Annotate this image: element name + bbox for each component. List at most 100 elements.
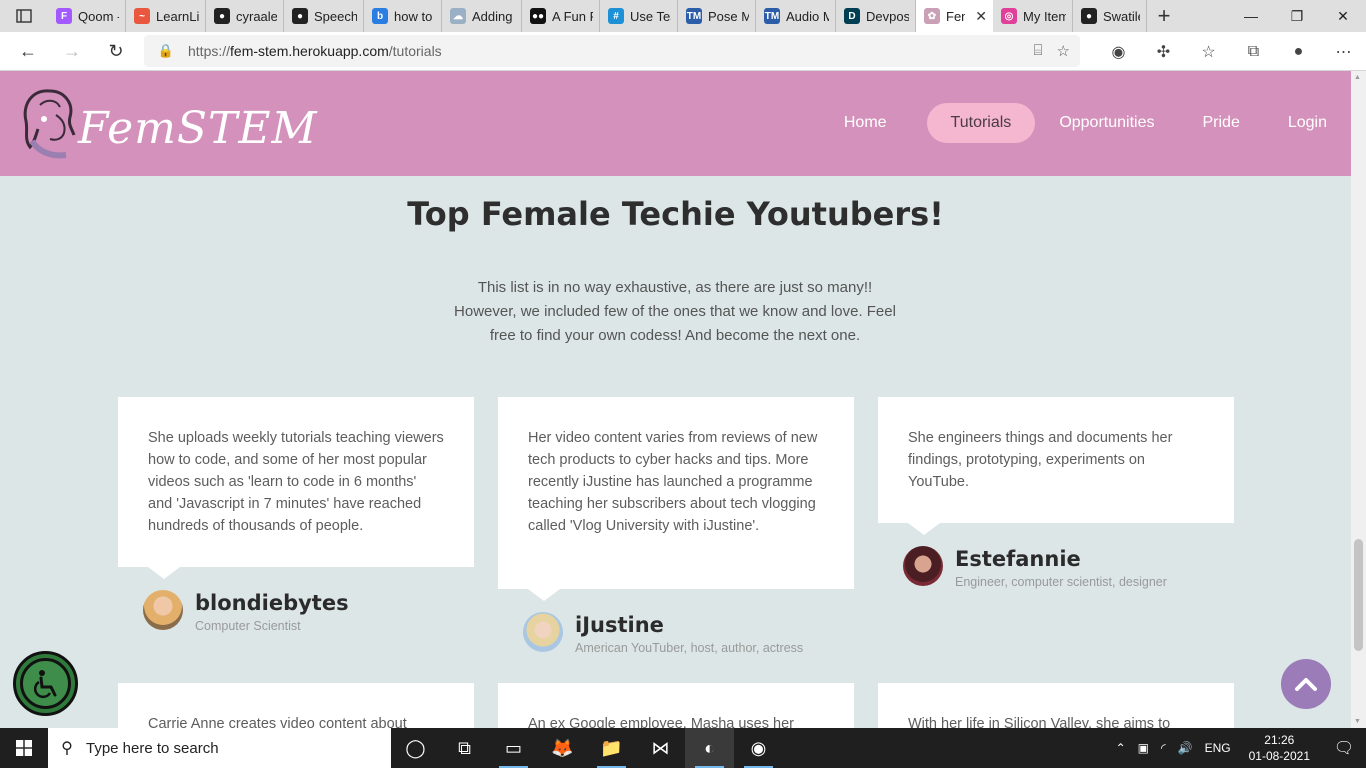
favorites-icon[interactable]: ☆ <box>1186 42 1231 62</box>
scroll-up-arrow[interactable]: ▲ <box>1354 74 1361 81</box>
site-header: FemSTEM Home Tutorials Opportunities Pride L… <box>0 71 1351 176</box>
notification-center-icon[interactable]: 🗨 <box>1322 738 1366 758</box>
new-tab-button[interactable]: + <box>1147 0 1181 32</box>
close-window-button[interactable]: ✕ <box>1320 0 1366 32</box>
volume-icon[interactable]: 🔊 <box>1172 741 1199 755</box>
browser-tab[interactable]: ☁ Adding <box>442 0 522 32</box>
browser-tab[interactable]: ● Swatilek <box>1073 0 1147 32</box>
nav-tutorials[interactable]: Tutorials <box>926 103 1036 143</box>
youtuber-card-4: Carrie Anne creates video content about <box>118 683 474 728</box>
profile-avatar-icon[interactable]: ● <box>1276 43 1321 61</box>
edge-icon[interactable]: ◐ <box>685 728 734 768</box>
task-view-icon[interactable]: ⧉ <box>440 728 489 768</box>
card-description: Her video content varies from reviews of… <box>528 430 818 534</box>
terminal-icon[interactable]: ▭ <box>489 728 538 768</box>
browser-tab[interactable]: ● cyraale <box>206 0 284 32</box>
forward-button[interactable]: → <box>50 33 94 69</box>
browser-tab[interactable]: TM Audio M <box>756 0 836 32</box>
browser-tab[interactable]: ~ LearnLi <box>126 0 206 32</box>
cortana-icon[interactable]: ◯ <box>391 728 440 768</box>
scroll-to-top-button[interactable] <box>1281 659 1331 709</box>
tab-favicon-icon: TM <box>686 8 702 24</box>
browser-tab[interactable]: ● Speech <box>284 0 364 32</box>
wifi-icon[interactable]: ◜ <box>1155 741 1172 755</box>
tab-title: A Fun P <box>552 8 593 24</box>
chrome-icon[interactable]: ◉ <box>734 728 783 768</box>
tab-title: Speech <box>314 8 357 24</box>
back-button[interactable]: ← <box>6 33 50 69</box>
maximize-button[interactable]: ❐ <box>1274 0 1320 32</box>
tab-title: cyraale <box>236 8 277 24</box>
url-text[interactable]: https://fem-stem.herokuapp.com/tutorials <box>188 43 442 59</box>
clock-date: 01-08-2021 <box>1248 749 1310 763</box>
start-button[interactable] <box>0 728 48 768</box>
scrollbar-thumb[interactable] <box>1354 539 1363 651</box>
youtuber-profile-3: Estefannie Engineer, computer scientist, … <box>903 546 1167 589</box>
youtuber-role: American YouTuber, host, author, actress <box>575 641 804 655</box>
tab-favicon-icon: ◎ <box>1001 8 1017 24</box>
color-extension-icon[interactable]: ◉ <box>1096 42 1141 62</box>
nav-login[interactable]: Login <box>1264 103 1351 143</box>
language-indicator[interactable]: ENG <box>1199 741 1237 755</box>
tab-title: Qoom - <box>78 8 119 24</box>
tab-favicon-icon: F <box>56 8 72 24</box>
youtuber-profile-1: blondiebytes Computer Scientist <box>143 590 349 633</box>
battery-icon[interactable]: ▣ <box>1132 741 1155 755</box>
show-hidden-icons-icon[interactable]: ⌃ <box>1110 741 1132 755</box>
taskbar-search[interactable]: ⚲ Type here to search <box>48 728 391 768</box>
youtuber-role: Engineer, computer scientist, designer <box>955 575 1167 589</box>
page-scrollbar[interactable]: ▲ ▼ <box>1351 71 1366 728</box>
card-description: With her life in Silicon Valley, she aim… <box>908 716 1171 728</box>
youtuber-profile-2: iJustine American YouTuber, host, author,… <box>523 612 803 655</box>
clock[interactable]: 21:26 01-08-2021 <box>1237 732 1322 764</box>
tab-favicon-icon: ✿ <box>924 8 940 24</box>
youtuber-card-2: Her video content varies from reviews of… <box>498 397 854 601</box>
intro-line: free to find your own codess! And become… <box>489 327 861 344</box>
browser-tab[interactable]: ◎ My Item <box>993 0 1073 32</box>
address-bar[interactable]: 🔒 https://fem-stem.herokuapp.com/tutoria… <box>144 35 1080 67</box>
add-favorite-icon[interactable]: ☆ <box>1057 42 1070 60</box>
firefox-icon[interactable]: 🦊 <box>538 728 587 768</box>
browser-tab[interactable]: ●● A Fun P <box>522 0 600 32</box>
browser-tab[interactable]: ✿ Fen ✕ <box>916 0 993 32</box>
system-tray: ⌃ ▣ ◜ 🔊 ENG 21:26 01-08-2021 🗨 <box>1110 728 1366 768</box>
browser-tab[interactable]: TM Pose M <box>678 0 756 32</box>
minimize-button[interactable]: — <box>1228 0 1274 32</box>
tab-actions-menu[interactable] <box>0 0 48 32</box>
settings-more-icon[interactable]: ⋯ <box>1321 42 1366 62</box>
youtuber-card-1: She uploads weekly tutorials teaching vi… <box>118 397 474 579</box>
nav-pride[interactable]: Pride <box>1178 103 1263 143</box>
tab-title: Use Tea <box>630 8 671 24</box>
youtuber-card-5: An ex Google employee, Masha uses her <box>498 683 854 728</box>
intro-text: This list is in no way exhaustive, as th… <box>425 276 925 348</box>
vscode-icon[interactable]: ⋈ <box>636 728 685 768</box>
accessibility-button[interactable] <box>13 651 78 716</box>
card-description: She uploads weekly tutorials teaching vi… <box>148 430 444 534</box>
reader-view-icon[interactable]: ⌸ <box>1034 42 1043 60</box>
tab-favicon-icon: # <box>608 8 624 24</box>
collections-icon[interactable]: ⧉ <box>1231 43 1276 61</box>
nav-opportunities[interactable]: Opportunities <box>1035 103 1178 143</box>
site-logo[interactable]: FemSTEM <box>20 85 317 165</box>
extensions-icon[interactable]: ✣ <box>1141 42 1186 62</box>
file-explorer-icon[interactable]: 📁 <box>587 728 636 768</box>
avatar <box>523 612 563 652</box>
scroll-down-arrow[interactable]: ▼ <box>1354 718 1361 725</box>
browser-tab[interactable]: b how to <box>364 0 442 32</box>
youtuber-card-6: With her life in Silicon Valley, she aim… <box>878 683 1234 728</box>
avatar <box>903 546 943 586</box>
tab-favicon-icon: D <box>844 8 860 24</box>
close-tab-icon[interactable]: ✕ <box>975 8 987 25</box>
logo-portrait-icon <box>23 89 76 159</box>
nav-home[interactable]: Home <box>820 103 911 143</box>
browser-tab[interactable]: # Use Tea <box>600 0 678 32</box>
intro-line: This list is in no way exhaustive, as th… <box>477 279 873 296</box>
browser-tab[interactable]: F Qoom - <box>48 0 126 32</box>
search-icon: ⚲ <box>61 740 73 757</box>
reload-button[interactable]: ↻ <box>94 33 138 69</box>
tab-title: My Item <box>1023 8 1066 24</box>
tab-title: Fen <box>946 8 966 24</box>
browser-tab[interactable]: D Devpost <box>836 0 916 32</box>
lock-icon[interactable]: 🔒 <box>144 43 188 59</box>
page-viewport: FemSTEM Home Tutorials Opportunities Pride L… <box>0 71 1351 728</box>
